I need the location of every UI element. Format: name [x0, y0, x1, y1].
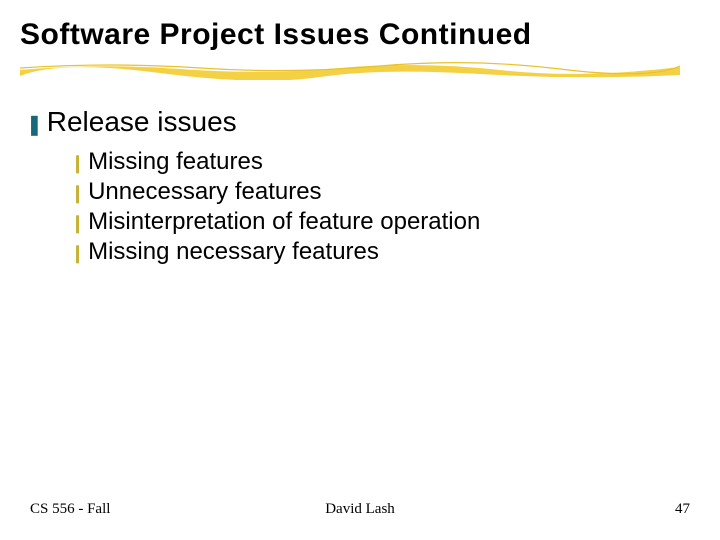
level2-text: Missing necessary features [88, 238, 379, 266]
bullet-icon: ❙ [70, 184, 85, 202]
list-item-level2: ❙ Unnecessary features [70, 178, 700, 206]
bullet-icon: ❙ [70, 244, 85, 262]
footer-left: CS 556 - Fall [30, 501, 110, 518]
level2-text: Unnecessary features [88, 178, 321, 206]
level1-text: Release issues [47, 106, 237, 138]
content-area: ❚ Release issues ❙ Missing features ❙ Un… [20, 106, 700, 266]
list-item-level2: ❙ Missing necessary features [70, 238, 700, 266]
slide-title: Software Project Issues Continued [20, 18, 700, 52]
slide: Software Project Issues Continued ❚ Rele… [0, 0, 720, 540]
title-underline [20, 58, 680, 80]
footer: CS 556 - Fall David Lash 47 [0, 501, 720, 518]
bullet-icon: ❙ [70, 154, 85, 172]
footer-center: David Lash [325, 501, 395, 518]
level2-text: Misinterpretation of feature operation [88, 208, 480, 236]
list-item-level2: ❙ Misinterpretation of feature operation [70, 208, 700, 236]
level2-list: ❙ Missing features ❙ Unnecessary feature… [26, 148, 700, 266]
list-item-level1: ❚ Release issues [26, 106, 700, 138]
list-item-level2: ❙ Missing features [70, 148, 700, 176]
bullet-icon: ❚ [26, 115, 43, 135]
bullet-icon: ❙ [70, 214, 85, 232]
level2-text: Missing features [88, 148, 263, 176]
footer-page-number: 47 [675, 501, 690, 518]
